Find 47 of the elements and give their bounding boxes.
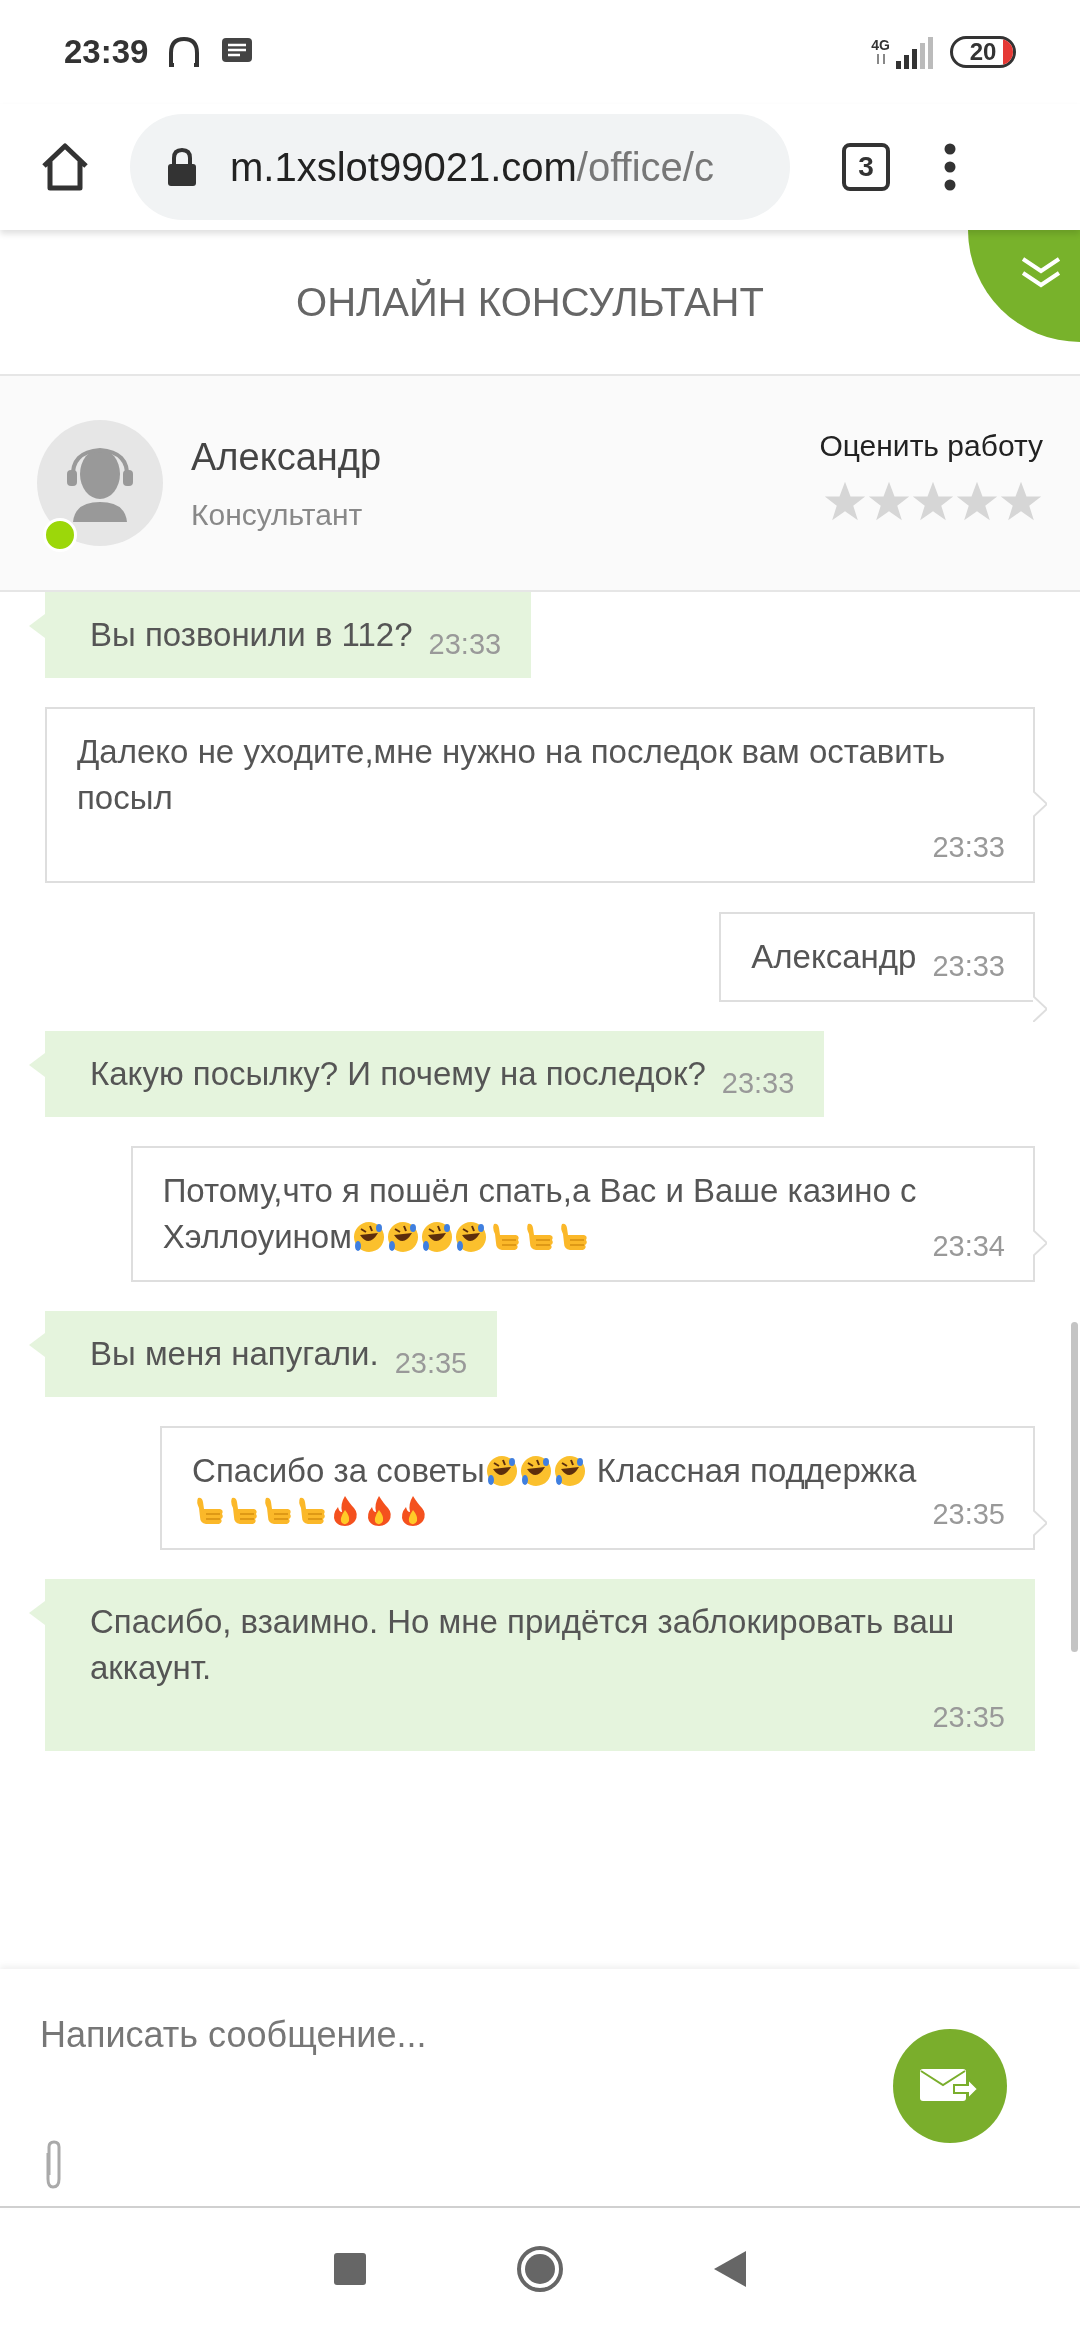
- rate-label: Оценить работу: [819, 427, 1043, 464]
- message-time: 23:33: [931, 830, 1005, 865]
- laughing-face-icon: [484, 1454, 519, 1488]
- message-text: Хэллоуином: [162, 1217, 352, 1257]
- lock-icon: [166, 147, 198, 187]
- laughing-face-icon: [518, 1454, 553, 1488]
- message-text: Потому,что я пошёл спать,а Вас и Ваше казино с: [162, 1171, 917, 1211]
- network-type: 4G: [871, 38, 890, 52]
- double-chevron-down-icon: [1020, 256, 1062, 290]
- more-options-icon[interactable]: [942, 143, 958, 191]
- message-time: 23:33: [931, 949, 1005, 984]
- laughing-face-icon: [351, 1220, 386, 1254]
- message-text: Вы позвонили в 112?: [90, 615, 413, 655]
- clock: 23:39: [64, 32, 149, 73]
- laughing-face-icon: [453, 1220, 488, 1254]
- url-host: m.1xslot99021.com: [230, 144, 577, 191]
- message-time: 23:35: [931, 1497, 1005, 1532]
- message-text: Александр: [751, 937, 917, 977]
- message-text: Далеко не уходите,мне нужно на последок вам оставить посыл: [77, 732, 947, 818]
- back-icon[interactable]: [714, 2251, 746, 2287]
- message-text: Классная поддержка: [596, 1451, 917, 1491]
- consultant-name: Александр: [191, 435, 382, 480]
- laughing-face-icon: [419, 1220, 454, 1254]
- tab-count-button[interactable]: 3: [842, 143, 890, 191]
- scrollbar[interactable]: [1071, 1322, 1078, 1652]
- chat-title: ОНЛАЙН КОНСУЛЬТАНТ: [296, 278, 764, 326]
- message-time: 23:35: [393, 1346, 468, 1381]
- laughing-face-icon: [385, 1220, 420, 1254]
- recents-icon[interactable]: [334, 2253, 366, 2285]
- signal-icon: [894, 35, 934, 69]
- url-path: /office/c: [576, 144, 714, 191]
- message-text: Спасибо, взаимно. Но мне придётся заблокировать ваш аккаунт.: [90, 1602, 956, 1688]
- home-button-icon[interactable]: [516, 2245, 564, 2293]
- address-bar[interactable]: m.1xslot99021.com/office/c: [130, 114, 790, 220]
- envelope-arrow-icon: [920, 2069, 980, 2103]
- message-time: 23:33: [427, 627, 502, 662]
- message-text: Вы меня напугали.: [90, 1334, 379, 1374]
- home-icon[interactable]: [40, 142, 90, 192]
- message-text: Спасибо за советы: [192, 1451, 485, 1491]
- message-time: 23:34: [931, 1229, 1005, 1264]
- message-text: Какую посылку? И почему на последок?: [90, 1054, 706, 1094]
- message-time: 23:35: [931, 1700, 1005, 1735]
- consultant-role: Консультант: [191, 497, 364, 533]
- laughing-face-icon: [552, 1454, 587, 1488]
- battery-indicator: 20: [950, 36, 1016, 68]
- message-time: 23:33: [720, 1066, 795, 1101]
- message-input[interactable]: Написать сообщение...: [40, 2005, 890, 2065]
